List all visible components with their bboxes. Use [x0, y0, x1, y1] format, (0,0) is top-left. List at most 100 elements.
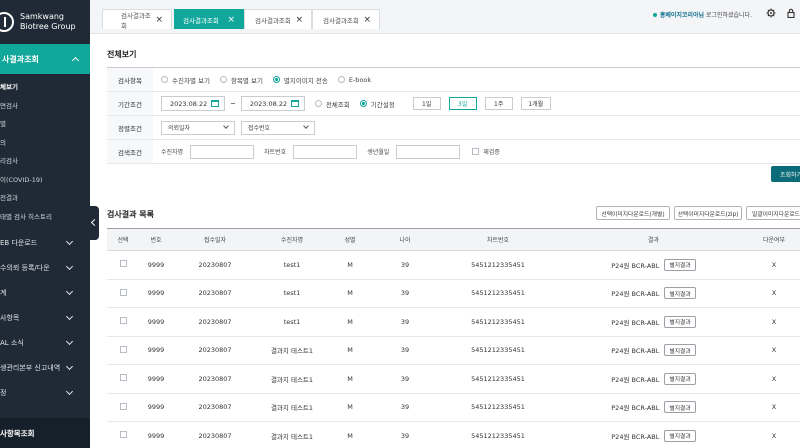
date-to-input[interactable]: 2023.08.22: [240, 96, 305, 111]
user-notice: 홍베이지코리아님 로그인하셨습니다.: [652, 10, 752, 19]
tab[interactable]: 검사결과조회 ×: [312, 9, 380, 29]
table-row[interactable]: 9999 20230807 결과지 테스트1 M 39 5451212335451 P24원…: [107, 337, 800, 365]
cell-chart-number: 5451212335451: [471, 431, 525, 440]
result-sheet-button[interactable]: 별지결과: [664, 287, 696, 300]
chart-number-input[interactable]: [293, 144, 358, 159]
sidebar-sub-item[interactable]: 이(COVID-19): [0, 171, 90, 190]
radio-icon: [359, 100, 367, 107]
sidebar-item[interactable]: 계: [0, 280, 90, 305]
radio-option-selected[interactable]: 기간설정: [359, 99, 395, 109]
sort-select-1[interactable]: 의뢰일자: [161, 120, 235, 135]
logo-icon: [0, 12, 14, 32]
radio-option-selected[interactable]: 별지이미지 전송: [272, 75, 328, 85]
birthdate-input[interactable]: [396, 144, 461, 159]
sidebar-collapse-handle[interactable]: [90, 206, 99, 240]
row-checkbox[interactable]: [119, 345, 127, 353]
close-icon[interactable]: ×: [155, 15, 163, 25]
radio-option[interactable]: 전체조회: [314, 99, 350, 109]
table-row[interactable]: 9999 20230807 결과지 테스트1 M 39 5451212335451 P24원…: [107, 365, 800, 394]
download-selected-individual-button[interactable]: 선택이미지다운로드(개별): [596, 206, 670, 220]
period-button[interactable]: 1개월: [520, 97, 551, 110]
row-checkbox[interactable]: [119, 317, 127, 325]
cell-age: 39: [400, 289, 410, 298]
cell-date: 20230807: [198, 346, 232, 355]
table-header: 선택 번호 접수일자 수진자명 성별 나이 차트번호 결과 다운여부: [107, 229, 800, 251]
sidebar-bottom-item[interactable]: 사항목조회: [0, 418, 90, 448]
search-button[interactable]: 조회하기: [771, 166, 800, 182]
cell-download-status: X: [771, 317, 777, 326]
row-checkbox[interactable]: [119, 288, 127, 296]
radio-option[interactable]: 수진자별 보기: [161, 75, 210, 85]
row-checkbox[interactable]: [119, 431, 127, 439]
cell-age: 39: [400, 403, 410, 412]
chevron-down-icon: [65, 362, 74, 370]
tab-label: 검사결과조회: [255, 16, 291, 25]
close-icon[interactable]: ×: [227, 15, 235, 25]
sidebar-item[interactable]: 사항목: [0, 305, 90, 330]
close-icon[interactable]: ×: [363, 15, 371, 25]
logo[interactable]: Samkwang Biotree Group: [0, 0, 90, 44]
sidebar-sub-item[interactable]: 태별 검사 히스토리: [0, 208, 90, 227]
table-row[interactable]: 9999 20230807 test1 M 39 5451212335451 P24원 BC…: [107, 308, 800, 337]
chevron-down-icon: [65, 387, 74, 395]
gear-icon[interactable]: [766, 8, 776, 18]
cell-download-status: X: [771, 346, 777, 355]
calendar-icon[interactable]: [290, 100, 299, 107]
period-button[interactable]: 1일: [412, 97, 441, 110]
radio-option[interactable]: E-book: [337, 76, 371, 84]
result-sheet-button[interactable]: 별지결과: [664, 315, 696, 328]
result-sheet-button[interactable]: 별지결과: [664, 258, 696, 271]
close-icon[interactable]: ×: [295, 15, 303, 25]
sidebar-item[interactable]: EB 다운로드: [0, 230, 90, 255]
cell-number: 9999: [147, 289, 165, 298]
filter-label: 기간조건: [107, 92, 153, 115]
chevron-down-icon: [223, 123, 229, 129]
sidebar-sub-item[interactable]: 체보기: [0, 78, 90, 97]
period-button-selected[interactable]: 3일: [448, 97, 477, 110]
result-text: P24원 BCR-ABL: [611, 318, 660, 327]
result-sheet-button[interactable]: 별지결과: [664, 429, 696, 442]
period-button[interactable]: 1주: [484, 97, 513, 110]
result-text: P24원 BCR-ABL: [611, 404, 660, 413]
tab-active[interactable]: 검사결과조회 ×: [174, 9, 244, 29]
sidebar-sub-item[interactable]: 리검사: [0, 152, 90, 171]
download-selected-zip-button[interactable]: 선택이미지다운로드(zip): [674, 206, 742, 220]
recheck-checkbox[interactable]: 재검증: [472, 147, 500, 156]
calendar-icon[interactable]: [211, 100, 219, 107]
table-row[interactable]: 9999 20230807 test1 M 39 5451212335451 P24원 BC…: [107, 280, 800, 308]
sidebar-section-results[interactable]: 사결과조회: [0, 44, 90, 74]
row-checkbox[interactable]: [119, 374, 127, 382]
sidebar-item[interactable]: AL 소식: [0, 330, 90, 355]
sort-select-2[interactable]: 접수번호: [241, 120, 315, 135]
cell-sex: M: [347, 403, 353, 412]
sidebar-sub-item[interactable]: 전결과: [0, 189, 90, 208]
date-from-input[interactable]: 2023.08.22: [161, 96, 225, 111]
row-checkbox[interactable]: [119, 260, 127, 268]
sidebar-item[interactable]: 정: [0, 380, 90, 405]
row-checkbox[interactable]: [119, 402, 127, 410]
result-sheet-button[interactable]: 별지결과: [664, 401, 696, 414]
lock-icon[interactable]: [786, 8, 796, 18]
sidebar-item[interactable]: 생관리본부 신고내역: [0, 355, 90, 380]
table-row[interactable]: 9999 20230807 결과지 테스트1 M 39 5451212335451 P24원…: [107, 394, 800, 422]
cell-chart-number: 5451212335451: [471, 260, 525, 269]
tab[interactable]: 검사결과조회 ×: [102, 9, 172, 30]
cell-age: 39: [400, 374, 410, 383]
main-content: 전체보기 검사항목 수진자별 보기 항목별 보기 별지이미지 전송 E-book…: [99, 34, 800, 448]
column-header: 수진자명: [280, 237, 304, 244]
result-sheet-button[interactable]: 별지결과: [664, 372, 696, 385]
download-all-button[interactable]: 일괄이미지다운로드: [746, 206, 800, 220]
cell-chart-number: 5451212335451: [471, 374, 525, 383]
sidebar-sub-item[interactable]: 면검사: [0, 97, 90, 116]
tab[interactable]: 검사결과조회 ×: [244, 9, 312, 29]
table-row[interactable]: 9999 20230807 test1 M 39 5451212335451 P24원 BC…: [107, 251, 800, 280]
sidebar-sub-item[interactable]: 별: [0, 115, 90, 134]
checkbox-icon: [472, 148, 480, 155]
result-sheet-button[interactable]: 별지결과: [664, 344, 696, 357]
chevron-up-icon: [71, 56, 80, 65]
radio-option[interactable]: 항목별 보기: [219, 75, 263, 85]
sidebar-sub-item[interactable]: 의: [0, 134, 90, 153]
sidebar-item[interactable]: 수의뢰 등록/다운: [0, 255, 90, 280]
table-row[interactable]: 9999 20230807 결과지 테스트1 M 39 5451212335451 P24원…: [107, 422, 800, 448]
patient-name-input[interactable]: [190, 144, 255, 159]
